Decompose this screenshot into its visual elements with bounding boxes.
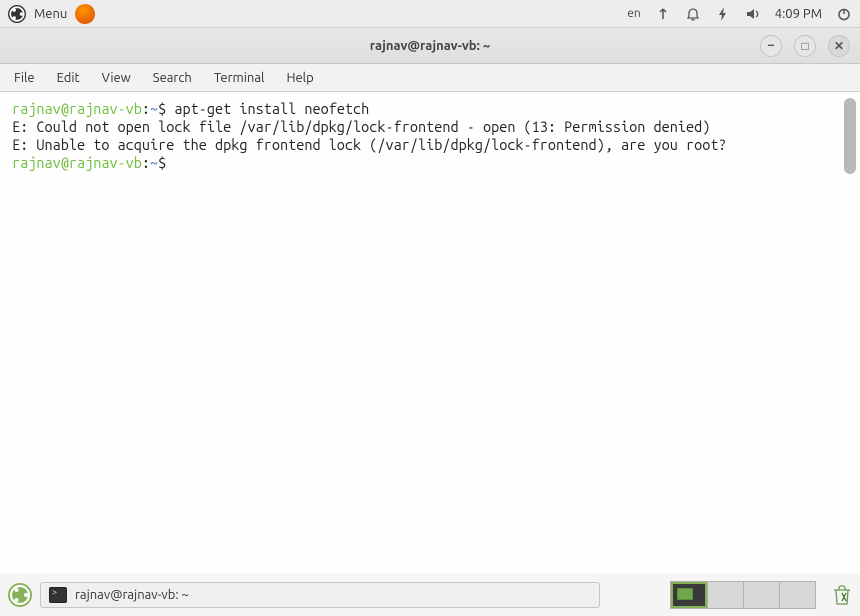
taskbar-item-label: rajnav@rajnav-vb: ~ [75,588,189,602]
prompt-user: rajnav@rajnav-vb [12,100,142,117]
power-icon[interactable] [836,6,852,22]
workspace-1[interactable] [671,582,707,608]
output-line-1: E: Could not open lock file /var/lib/dpk… [12,118,710,135]
prompt-user: rajnav@rajnav-vb [12,154,142,171]
workspace-4[interactable] [779,582,815,608]
window-title: rajnav@rajnav-vb: ~ [370,39,490,53]
menu-help[interactable]: Help [286,71,313,85]
prompt-separator: : [142,100,150,117]
menu-edit[interactable]: Edit [57,71,80,85]
terminal-content[interactable]: rajnav@rajnav-vb:~$ apt-get install neof… [0,92,860,574]
close-button[interactable]: ✕ [828,35,850,57]
prompt-separator: : [142,154,150,171]
volume-icon[interactable] [745,6,761,22]
up-arrow-icon[interactable] [655,6,671,22]
prompt-path: ~ [150,100,158,117]
workspace-3[interactable] [743,582,779,608]
menu-view[interactable]: View [102,71,131,85]
trash-icon[interactable] [832,583,852,607]
menu-label[interactable]: Menu [34,7,67,21]
clock[interactable]: 4:09 PM [775,7,822,21]
lightning-icon[interactable] [715,6,731,22]
menu-file[interactable]: File [14,71,35,85]
output-line-2: E: Unable to acquire the dpkg frontend l… [12,136,727,153]
language-indicator[interactable]: en [627,7,640,20]
minimize-button[interactable]: – [760,35,782,57]
prompt-path: ~ [150,154,158,171]
system-top-panel: Menu en 4:09 PM [0,0,860,28]
workspace-2[interactable] [707,582,743,608]
menu-terminal[interactable]: Terminal [214,71,265,85]
scrollbar[interactable] [844,98,856,174]
menubar: File Edit View Search Terminal Help [0,64,860,92]
taskbar: rajnav@rajnav-vb: ~ [0,580,860,610]
taskbar-item-terminal[interactable]: rajnav@rajnav-vb: ~ [40,582,600,608]
firefox-icon[interactable] [75,4,95,24]
command-1: apt-get install neofetch [166,100,369,117]
maximize-button[interactable]: □ [794,35,816,57]
start-menu-icon[interactable] [8,583,32,607]
bell-icon[interactable] [685,6,701,22]
menu-search[interactable]: Search [153,71,192,85]
window-titlebar[interactable]: rajnav@rajnav-vb: ~ – □ ✕ [0,28,860,64]
workspace-switcher [670,581,816,609]
terminal-icon [49,587,67,603]
command-2 [166,154,174,171]
ubuntu-logo-icon[interactable] [8,5,26,23]
